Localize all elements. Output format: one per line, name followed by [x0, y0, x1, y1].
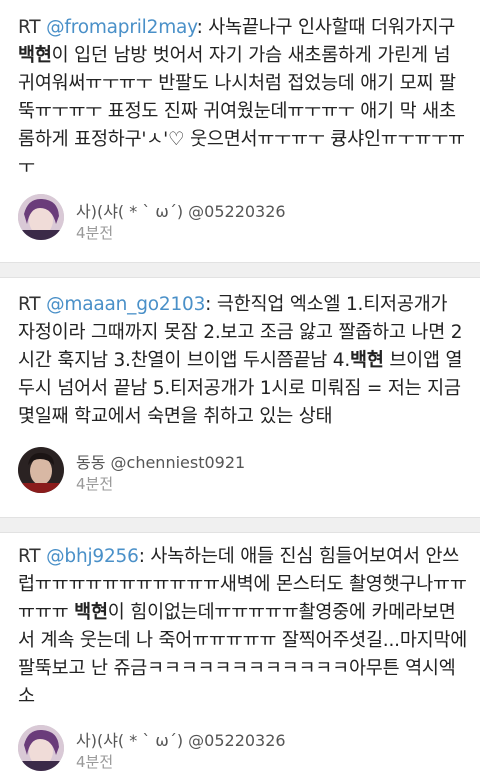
- tweet-item[interactable]: RT @maaan_go2103: 극한직업 엑소엘 1.티저공개가 자정이라 …: [0, 277, 480, 517]
- avatar[interactable]: [18, 725, 64, 771]
- tweet-body: : 사녹끝나구 인사할때 더워가지구: [196, 17, 456, 38]
- avatar-image-icon: [18, 194, 64, 240]
- mention-link[interactable]: @fromapril2may: [46, 17, 197, 38]
- keyword-highlight: 백현: [18, 45, 52, 66]
- tweet-time: 4분전: [76, 753, 114, 771]
- divider: [0, 262, 480, 278]
- tweet-text: RT @fromapril2may: 사녹끝나구 인사할때 더워가지구 백현이 …: [18, 14, 468, 182]
- retweet-label: RT: [18, 17, 41, 38]
- tweet-item[interactable]: RT @fromapril2may: 사녹끝나구 인사할때 더워가지구 백현이 …: [0, 0, 480, 262]
- tweet-time: 4분전: [76, 224, 114, 242]
- tweet-text: RT @bhj9256: 사녹하는데 애들 진심 힘들어보여서 안쓰럽ㅠㅠㅠㅠㅠ…: [18, 543, 468, 711]
- avatar-image-icon: [18, 725, 64, 771]
- keyword-highlight: 백현: [74, 602, 108, 623]
- avatar-image-icon: [18, 447, 64, 493]
- avatar[interactable]: [18, 447, 64, 493]
- avatar[interactable]: [18, 194, 64, 240]
- keyword-highlight: 백현: [350, 350, 384, 371]
- tweet-text: RT @maaan_go2103: 극한직업 엑소엘 1.티저공개가 자정이라 …: [18, 291, 468, 431]
- retweet-label: RT: [18, 294, 41, 315]
- tweet-item[interactable]: RT @bhj9256: 사녹하는데 애들 진심 힘들어보여서 안쓰럽ㅠㅠㅠㅠㅠ…: [0, 531, 480, 771]
- mention-link[interactable]: @maaan_go2103: [46, 294, 205, 315]
- author-handle[interactable]: 사)(샤( * ` ω´) @05220326: [76, 198, 286, 222]
- tweet-body: 이 입던 남방 벗어서 자기 가슴 새초롬하게 가린게 넘 귀여워써ㅠㅜㅠㅜ 반…: [18, 45, 465, 178]
- tweet-time: 4분전: [76, 475, 114, 493]
- retweet-label: RT: [18, 546, 41, 567]
- author-handle[interactable]: 동동 @chenniest0921: [76, 449, 245, 473]
- author-handle[interactable]: 사)(샤( * ` ω´) @05220326: [76, 727, 286, 751]
- mention-link[interactable]: @bhj9256: [46, 546, 139, 567]
